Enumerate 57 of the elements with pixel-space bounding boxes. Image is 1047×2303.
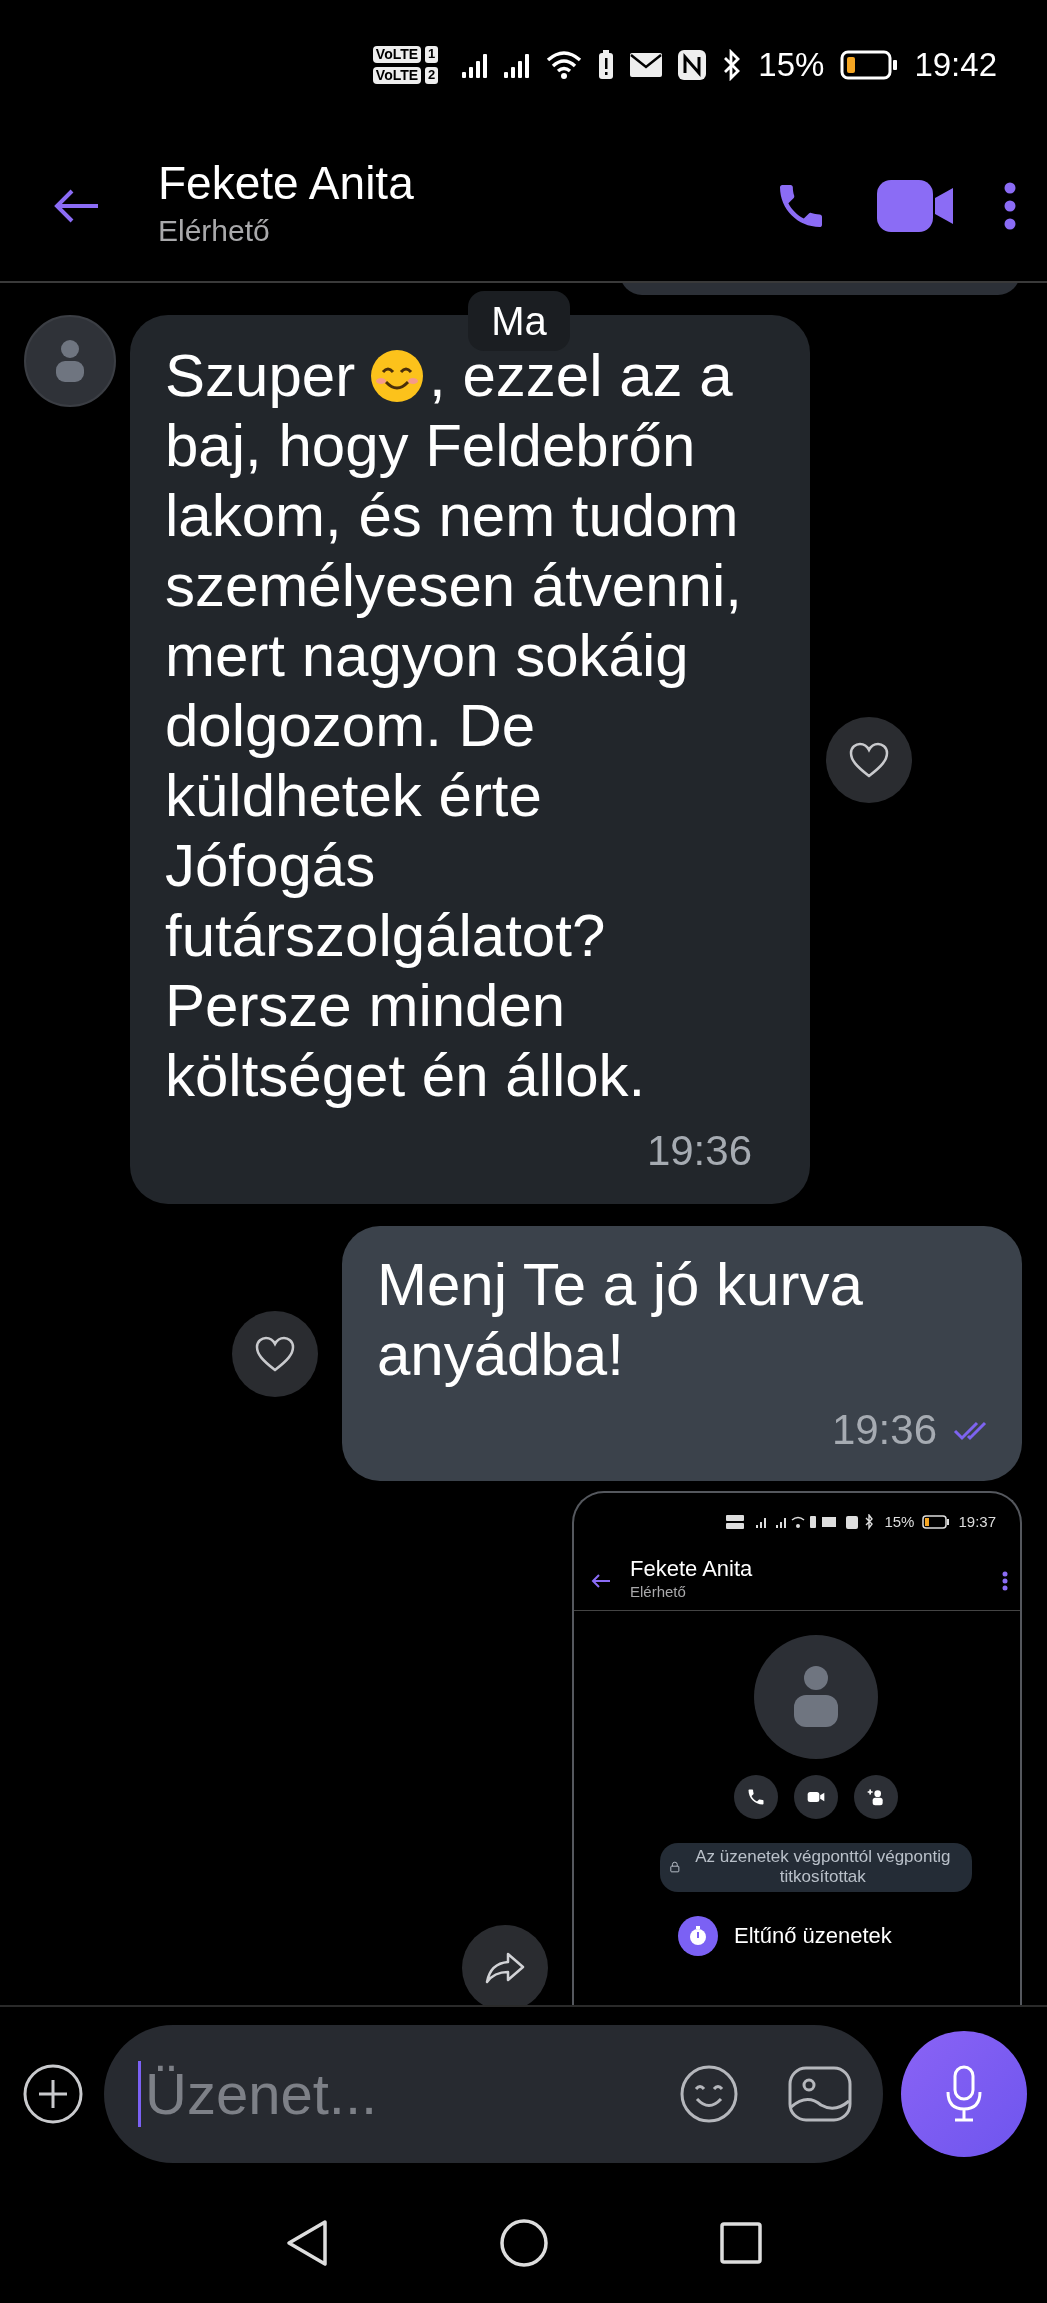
wifi-icon (546, 50, 583, 80)
forward-arrow-icon (484, 1951, 526, 1985)
battery-icon (922, 1515, 951, 1529)
sim-slot-badge: 1 (425, 45, 439, 63)
more-icon (1002, 1570, 1008, 1591)
lock-icon (670, 1860, 680, 1875)
contact-name: Fekete Anita (630, 1557, 754, 1582)
contact-name: Fekete Anita (158, 157, 415, 209)
microphone-icon (944, 2063, 984, 2124)
mail-icon (630, 53, 663, 77)
message-time: 19:36 (646, 1126, 752, 1176)
plus-icon (22, 2062, 84, 2125)
battery-percentage: 15% (758, 45, 825, 86)
contact-status: Elérhető (630, 1582, 687, 1603)
stopwatch-icon (688, 1924, 708, 1947)
volte-badge: VoLTE (372, 45, 422, 63)
text-cursor (138, 2060, 141, 2127)
person-plus-icon (866, 1787, 886, 1807)
triangle-icon (284, 2217, 329, 2268)
message-text: Szuper (165, 342, 356, 409)
circle-icon (498, 2217, 549, 2268)
phone-icon (746, 1787, 766, 1807)
message-time: 19:36 (831, 1405, 937, 1455)
sim-slot-badge: 2 (425, 67, 439, 85)
square-icon (718, 2220, 763, 2265)
screenshot-image[interactable]: 15% 19:37 Fekete Anita Elérhető Az üzenetek végponttól végpontig titkosítottak Eltűnő üzenetek (572, 1491, 1022, 2005)
more-options-button[interactable] (1003, 180, 1017, 231)
date-label: Ma (468, 291, 570, 351)
gallery-button[interactable] (787, 2064, 853, 2123)
heart-icon (848, 740, 890, 779)
battery-percentage: 15% (884, 1511, 915, 1532)
battery-alert-icon (598, 50, 615, 80)
emoji-button[interactable] (679, 2063, 739, 2124)
smiley-icon (679, 2063, 739, 2124)
disappearing-messages-label: Eltűnő üzenetek (734, 1922, 892, 1951)
contact-status: Elérhető (158, 213, 271, 250)
clock-time: 19:42 (914, 45, 997, 86)
message-input-field[interactable]: Üzenet... (104, 2024, 883, 2163)
encryption-notice: Az üzenetek végponttól végpontig titkosítottak (694, 1847, 952, 1888)
nfc-icon (678, 50, 707, 80)
video-camera-icon (877, 177, 955, 234)
message-text: baj, hogy Feldebrőn lakom, és nem tudom személyesen átvenni, mert nagyon sokáig dolgozom. De küldhetek érte Jófogás futárszolgálatot? Persze minden költséget én állok. (165, 411, 743, 1111)
person-icon (792, 1665, 840, 1729)
attach-button[interactable] (22, 2062, 84, 2125)
video-call-button[interactable] (877, 177, 955, 234)
back-nav-button[interactable] (284, 2217, 329, 2268)
image-icon (787, 2064, 853, 2123)
back-arrow-icon (590, 1571, 612, 1590)
heart-icon (254, 1334, 296, 1373)
volte-badge: VoLTE (372, 67, 422, 85)
home-nav-button[interactable] (498, 2217, 549, 2268)
battery-icon (840, 50, 899, 80)
clock-time: 19:37 (958, 1511, 996, 1532)
more-icon (1003, 180, 1017, 231)
recents-nav-button[interactable] (718, 2220, 763, 2265)
smiling-face-icon (369, 348, 426, 404)
message-text: Menj Te a jó kurva anyádba! (377, 1250, 864, 1390)
